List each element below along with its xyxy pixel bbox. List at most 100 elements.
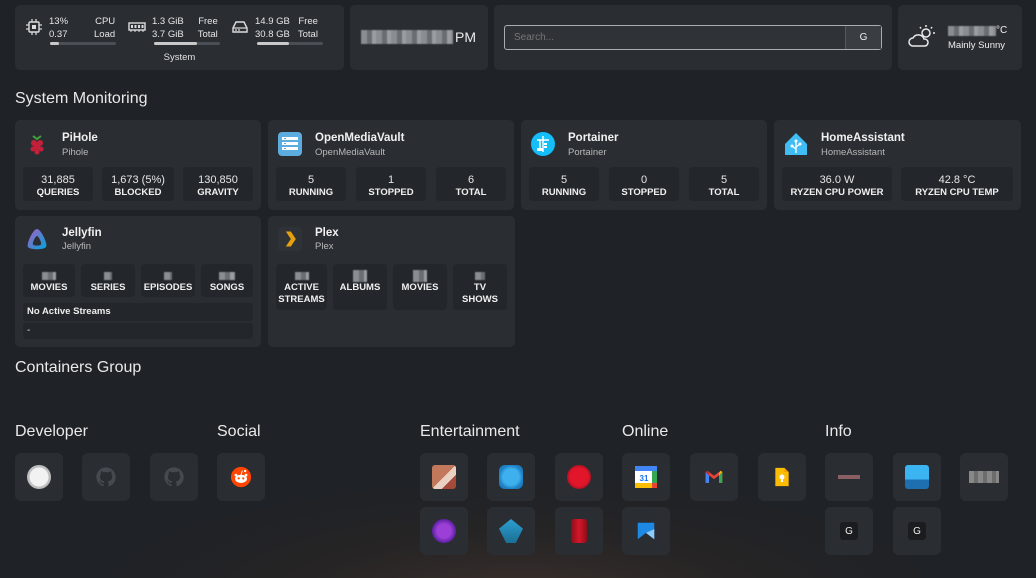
stat-label: STOPPED (621, 187, 667, 198)
stat-value: 5 (560, 174, 568, 186)
stat-value-redacted (104, 271, 112, 280)
service-card-pihole[interactable]: PiHole Pihole 31,885 QUERIES 1,673 (5%) BL… (15, 120, 261, 210)
service-card-openmediavault[interactable]: OpenMediaVault OpenMediaVault 5 RUNNING 1… (268, 120, 514, 210)
search-box: G (504, 25, 882, 50)
memory-resource: 1.3 GiB 3.7 GiB Free Total (128, 15, 218, 41)
bookmark-info-1[interactable] (825, 453, 873, 501)
bookmark-google-calendar[interactable]: 31 (622, 453, 670, 501)
bookmark-info-3[interactable] (960, 453, 1008, 501)
cpu-resource: 13% 0.37 CPU Load (25, 15, 115, 41)
app-icon-redacted (432, 519, 456, 543)
stat-total: 6 TOTAL (436, 167, 506, 201)
service-card-portainer[interactable]: Portainer Portainer 5 RUNNING 0 STOPPED 5T… (521, 120, 767, 210)
stat-value-redacted (164, 271, 172, 280)
bookmark-github-2[interactable] (150, 453, 198, 501)
stat-value: 42.8 °C (938, 174, 976, 186)
bookmark-info-2[interactable] (893, 453, 941, 501)
disk-resource: 14.9 GB 30.8 GB Free Total (231, 15, 318, 41)
stat-value: 0 (640, 174, 648, 186)
stream-dash: - (27, 325, 31, 336)
weather-widget: °C Mainly Sunny (898, 5, 1022, 70)
bookmark-entertainment-2[interactable] (487, 453, 535, 501)
service-card-jellyfin[interactable]: Jellyfin Jellyfin MOVIES SERIES EPISODES… (15, 216, 261, 347)
service-title: Plex (315, 227, 339, 239)
bookmark-entertainment-5[interactable] (487, 507, 535, 555)
bookmark-github-1[interactable] (82, 453, 130, 501)
stat-label: SONGS (209, 282, 245, 293)
service-card-plex[interactable]: Plex Plex ACTIVE STREAMS ALBUMS MOVIES T… (268, 216, 515, 347)
search-input[interactable] (505, 26, 847, 49)
cpu-usage-bar (50, 42, 116, 45)
cpu-load-value: 0.37 (49, 29, 68, 40)
group-title-entertainment: Entertainment (420, 423, 520, 440)
weather-temp-unit: °C (996, 25, 1008, 36)
memory-used: 1.3 GiB (152, 16, 184, 27)
bookmark-online-4[interactable] (622, 507, 670, 555)
disk-total: 30.8 GB (255, 29, 290, 40)
group-title-info: Info (825, 423, 852, 440)
bookmark-google-keep[interactable] (758, 453, 806, 501)
stat-value: 31,885 (41, 174, 75, 186)
hard-drive-icon (232, 21, 248, 33)
stat-value-redacted (353, 270, 367, 282)
stat-episodes: EPISODES (141, 264, 195, 297)
section-title-monitoring: System Monitoring (15, 90, 148, 107)
bookmark-entertainment-3[interactable] (555, 453, 603, 501)
bookmark-entertainment-4[interactable] (420, 507, 468, 555)
disk-usage-fill (257, 42, 289, 45)
service-title: HomeAssistant (821, 132, 905, 144)
stat-label: TOTAL (455, 187, 487, 198)
stat-label: TOTAL (708, 187, 740, 198)
cpu-icon (26, 19, 42, 35)
memory-total-label: Total (197, 29, 218, 40)
stat-value: 5 (720, 174, 728, 186)
weather-temp-redacted (948, 25, 996, 36)
stat-tv-shows: TV SHOWS (453, 264, 507, 310)
app-icon-redacted (432, 465, 456, 489)
app-icon-redacted (27, 465, 51, 489)
stat-value: 6 (467, 174, 475, 186)
stat-value-redacted (42, 271, 56, 280)
stat-label: ALBUMS (339, 282, 381, 294)
stat-queries: 31,885 QUERIES (23, 167, 93, 201)
bookmark-entertainment-6[interactable] (555, 507, 603, 555)
active-streams-status: No Active Streams (23, 303, 253, 321)
stat-value: 5 (307, 174, 315, 186)
service-subtitle: Jellyfin (62, 241, 92, 252)
disk-usage-bar (257, 42, 323, 45)
bookmark-reddit[interactable] (217, 453, 265, 501)
search-provider-button[interactable]: G (845, 26, 881, 49)
bookmark-developer-1[interactable] (15, 453, 63, 501)
stat-label: RUNNING (288, 187, 334, 198)
stat-label: BLOCKED (114, 187, 162, 198)
section-title-containers: Containers Group (15, 359, 142, 376)
stat-albums: ALBUMS (333, 264, 387, 310)
stat-label: RYZEN CPU TEMP (915, 187, 999, 198)
stat-label: MOVIES (401, 282, 439, 294)
bookmark-entertainment-1[interactable] (420, 453, 468, 501)
memory-free-label: Free (198, 16, 218, 27)
stat-stopped: 0 STOPPED (609, 167, 679, 201)
memory-usage-fill (154, 42, 197, 45)
clock-widget: PM (350, 5, 488, 70)
service-title: PiHole (62, 132, 98, 144)
bookmark-app-icon (637, 522, 655, 540)
clock-ampm: PM (455, 29, 476, 45)
app-icon-redacted (499, 465, 523, 489)
stat-gravity: 130,850 GRAVITY (183, 167, 253, 201)
app-icon-redacted (969, 471, 999, 483)
portainer-icon (531, 132, 555, 156)
stat-label: STOPPED (368, 187, 414, 198)
plex-chevron-icon (285, 231, 296, 247)
google-calendar-icon: 31 (635, 466, 657, 488)
bookmark-info-5[interactable]: G (893, 507, 941, 555)
stat-stopped: 1 STOPPED (356, 167, 426, 201)
service-title: Portainer (568, 132, 619, 144)
service-title: Jellyfin (62, 227, 102, 239)
svg-text:31: 31 (640, 474, 649, 483)
service-card-homeassistant[interactable]: HomeAssistant HomeAssistant 36.0 W RYZEN … (774, 120, 1021, 210)
service-subtitle: OpenMediaVault (315, 147, 386, 158)
stat-label: MOVIES (30, 282, 68, 293)
bookmark-info-4[interactable]: G (825, 507, 873, 555)
bookmark-gmail[interactable] (690, 453, 738, 501)
